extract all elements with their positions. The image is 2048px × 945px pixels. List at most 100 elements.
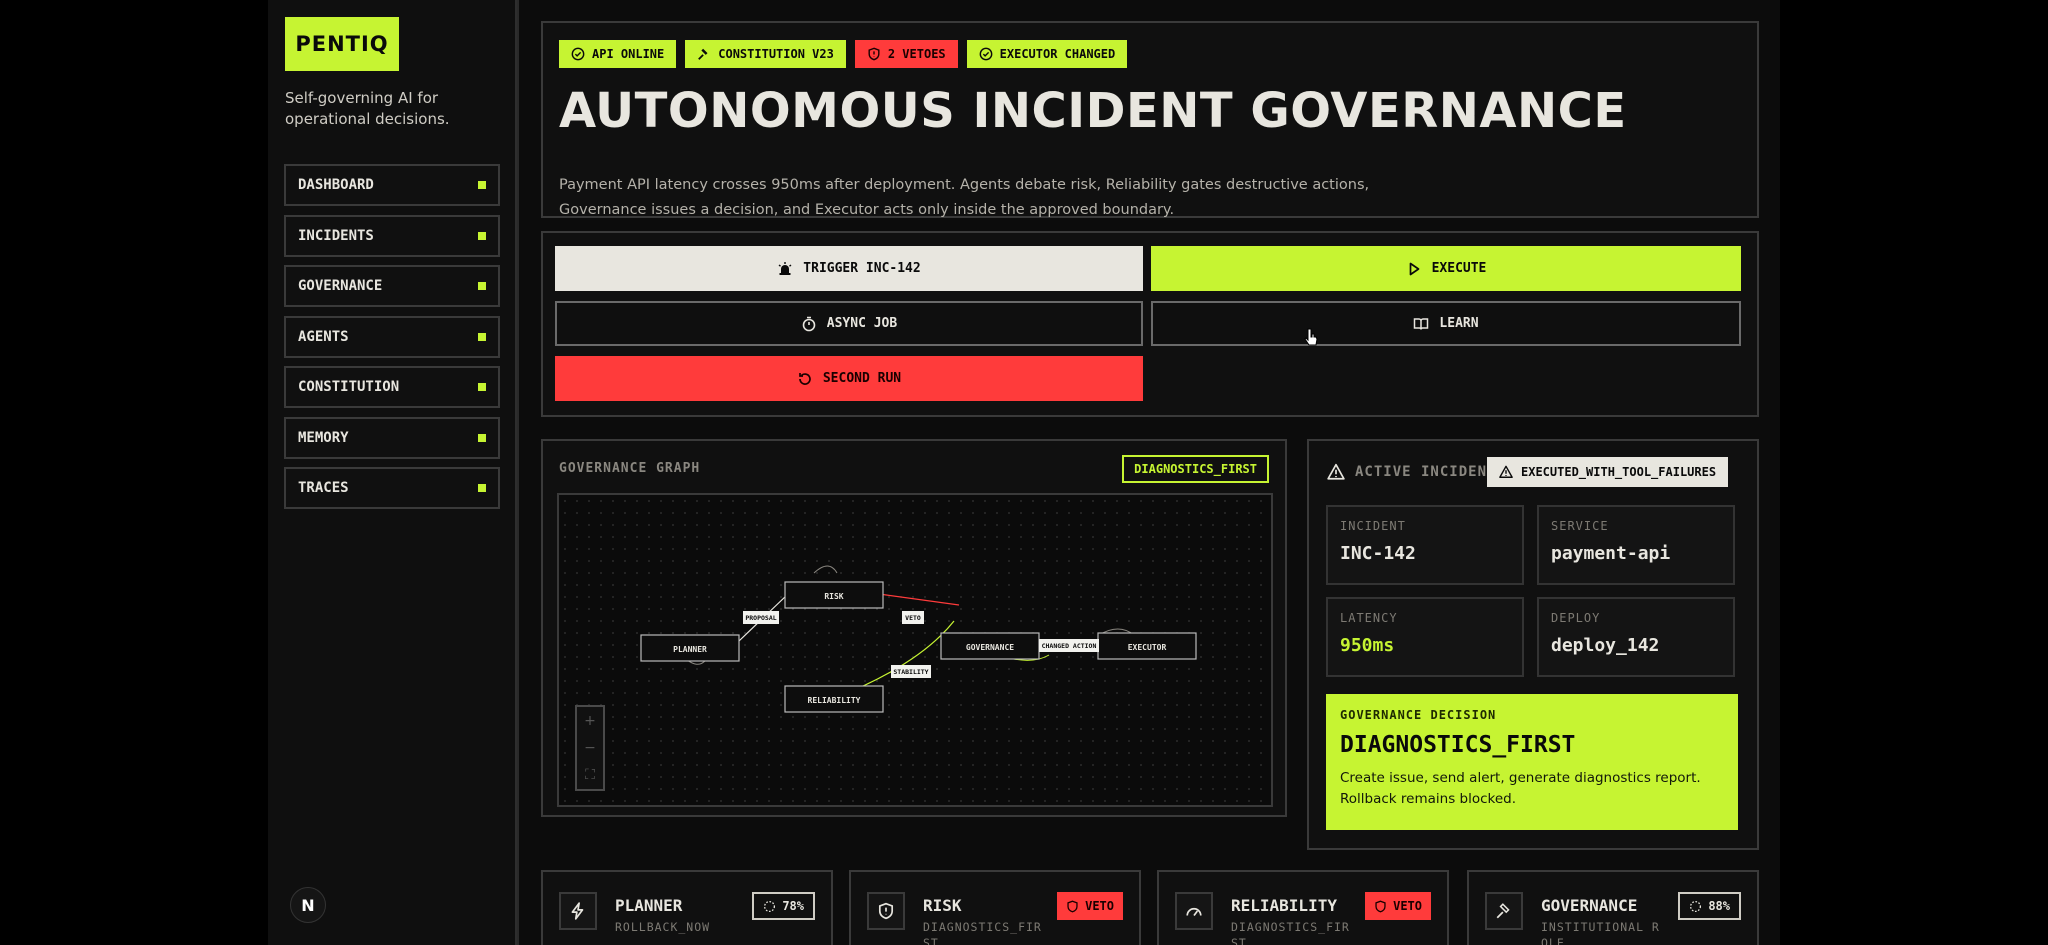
decision-value: DIAGNOSTICS_FIRST bbox=[1340, 732, 1576, 758]
alert-triangle-icon bbox=[1327, 463, 1345, 480]
trigger-incident-button[interactable]: TRIGGER INC-142 bbox=[555, 246, 1143, 291]
fit-view-button[interactable]: ⛶ bbox=[585, 767, 595, 783]
timer-icon bbox=[802, 316, 816, 331]
badge-executor-changed: EXECUTOR CHANGED bbox=[966, 40, 1128, 68]
governance-decision-card: GOVERNANCE DECISION DIAGNOSTICS_FIRST Cr… bbox=[1326, 694, 1738, 830]
sidebar-item-constitution[interactable]: CONSTITUTION bbox=[284, 366, 500, 408]
play-icon bbox=[1409, 262, 1419, 275]
logo: PENTIQ bbox=[285, 17, 399, 71]
main-content: API ONLINE CONSTITUTION V23 2 VETOES EXE… bbox=[517, 0, 1780, 945]
hero-description: Payment API latency crosses 950ms after … bbox=[559, 177, 1370, 218]
controls-panel: TRIGGER INC-142 EXECUTE ASYNC JOB LEARN … bbox=[541, 231, 1759, 417]
node-executor[interactable]: EXECUTOR bbox=[1128, 643, 1167, 652]
sidebar: PENTIQ Self-governing AI for operational… bbox=[268, 0, 517, 945]
confidence-badge: 88% bbox=[1678, 892, 1741, 920]
rotate-ccw-icon bbox=[799, 372, 811, 385]
sidebar-item-label: INCIDENTS bbox=[298, 227, 374, 244]
sidebar-item-label: TRACES bbox=[298, 480, 349, 496]
active-incident-panel: ACTIVE INCIDENT EXECUTED_WITH_TOOL_FAILU… bbox=[1307, 439, 1759, 850]
decision-description: Create issue, send alert, generate diagn… bbox=[1340, 770, 1701, 807]
shield-icon bbox=[1375, 900, 1386, 912]
siren-icon bbox=[778, 261, 792, 275]
second-run-button[interactable]: SECOND RUN bbox=[555, 356, 1143, 401]
shield-icon bbox=[867, 892, 905, 930]
edge-label-changed-action: CHANGED ACTION bbox=[1042, 642, 1097, 650]
status-square-icon bbox=[478, 181, 486, 189]
veto-badge: VETO bbox=[1057, 892, 1123, 920]
status-square-icon bbox=[478, 484, 486, 492]
badge-api-online: API ONLINE bbox=[559, 40, 677, 68]
shield-icon bbox=[868, 47, 880, 61]
async-job-button[interactable]: ASYNC JOB bbox=[555, 301, 1143, 346]
status-square-icon bbox=[478, 231, 486, 240]
node-reliability[interactable]: RELIABILITY bbox=[808, 696, 861, 705]
page-title: AUTONOMOUS INCIDENT GOVERNANCE bbox=[559, 83, 1627, 139]
learn-button[interactable]: LEARN bbox=[1151, 301, 1741, 346]
sidebar-item-label: GOVERNANCE bbox=[298, 278, 383, 294]
graph-decision-tag: DIAGNOSTICS_FIRST bbox=[1122, 455, 1269, 483]
agent-card-risk[interactable]: RISK DIAGNOSTICS_FIRST VETO bbox=[849, 870, 1141, 945]
status-square-icon bbox=[478, 433, 486, 442]
sidebar-item-memory[interactable]: MEMORY bbox=[284, 416, 500, 459]
tagline: Self-governing AI for operational decisi… bbox=[285, 89, 450, 128]
active-incident-header: ACTIVE INCIDENT bbox=[1327, 463, 1496, 481]
edge-label-stability: STABILITY bbox=[893, 668, 928, 676]
sidebar-item-dashboard[interactable]: DASHBOARD bbox=[284, 164, 500, 206]
loader-icon bbox=[764, 900, 776, 912]
incident-status-badge: EXECUTED_WITH_TOOL_FAILURES bbox=[1487, 457, 1729, 487]
book-open-icon bbox=[1414, 317, 1429, 330]
sidebar-item-incidents[interactable]: INCIDENTS bbox=[284, 214, 500, 257]
sidebar-item-agents[interactable]: AGENTS bbox=[284, 315, 500, 358]
status-square-icon bbox=[478, 282, 486, 290]
sidebar-item-label: AGENTS bbox=[298, 328, 349, 345]
edge-label-proposal: PROPOSAL bbox=[745, 614, 776, 622]
status-square-icon bbox=[478, 383, 486, 391]
alert-triangle-icon bbox=[1499, 465, 1513, 478]
gavel-icon bbox=[698, 48, 708, 60]
governance-graph-panel: GOVERNANCE GRAPH DIAGNOSTICS_FIRST PLANN… bbox=[541, 439, 1287, 817]
graph-title: GOVERNANCE GRAPH bbox=[559, 461, 701, 476]
agent-card-governance[interactable]: GOVERNANCE INSTITUTIONAL ROLE 88% bbox=[1467, 870, 1759, 945]
graph-canvas[interactable]: PLANNER RISK RELIABILITY GOVERNANCE EXEC… bbox=[557, 493, 1273, 807]
gauge-icon bbox=[1175, 892, 1213, 930]
check-circle-icon bbox=[979, 47, 993, 61]
sidebar-nav: DASHBOARD INCIDENTS GOVERNANCE AGENTS CO… bbox=[284, 164, 500, 518]
latency-cell: LATENCY 950ms bbox=[1326, 597, 1524, 677]
graph-zoom-controls: + − ⛶ bbox=[575, 705, 605, 791]
badge-vetoes: 2 VETOES bbox=[854, 40, 958, 68]
status-badges: API ONLINE CONSTITUTION V23 2 VETOES EXE… bbox=[559, 40, 1128, 68]
sidebar-item-label: DASHBOARD bbox=[298, 177, 374, 193]
shield-icon bbox=[1067, 900, 1078, 912]
app-window: PENTIQ Self-governing AI for operational… bbox=[268, 0, 1780, 945]
sidebar-item-traces[interactable]: TRACES bbox=[284, 467, 500, 509]
sidebar-item-governance[interactable]: GOVERNANCE bbox=[284, 265, 500, 307]
graph-svg: PLANNER RISK RELIABILITY GOVERNANCE EXEC… bbox=[640, 565, 1197, 713]
agent-cards: PLANNER ROLLBACK_NOW 78% RISK DIAGNOSTIC… bbox=[541, 870, 1759, 945]
edge-loop-risk bbox=[813, 565, 838, 574]
gavel-icon bbox=[1485, 892, 1523, 930]
zoom-out-button[interactable]: − bbox=[584, 740, 596, 756]
service-cell: SERVICE payment-api bbox=[1537, 505, 1735, 585]
zoom-in-button[interactable]: + bbox=[584, 713, 596, 729]
mouse-cursor-icon bbox=[1304, 328, 1318, 346]
bolt-icon bbox=[559, 892, 597, 930]
check-circle-icon bbox=[571, 47, 585, 61]
execute-button[interactable]: EXECUTE bbox=[1151, 246, 1741, 291]
node-governance[interactable]: GOVERNANCE bbox=[966, 643, 1014, 652]
agent-card-planner[interactable]: PLANNER ROLLBACK_NOW 78% bbox=[541, 870, 833, 945]
nextjs-devtools-button[interactable]: N bbox=[290, 887, 326, 923]
node-risk[interactable]: RISK bbox=[824, 592, 843, 601]
incident-id-cell: INCIDENT INC-142 bbox=[1326, 505, 1524, 585]
sidebar-item-label: MEMORY bbox=[298, 429, 349, 446]
badge-constitution: CONSTITUTION V23 bbox=[685, 40, 846, 68]
loader-icon bbox=[1690, 900, 1702, 912]
confidence-badge: 78% bbox=[752, 892, 815, 920]
hero-panel: API ONLINE CONSTITUTION V23 2 VETOES EXE… bbox=[541, 21, 1759, 218]
sidebar-item-label: CONSTITUTION bbox=[298, 379, 400, 395]
agent-card-reliability[interactable]: RELIABILITY DIAGNOSTICS_FIRST VETO bbox=[1157, 870, 1449, 945]
node-planner[interactable]: PLANNER bbox=[673, 645, 707, 654]
veto-badge: VETO bbox=[1365, 892, 1431, 920]
divider bbox=[517, 0, 519, 945]
deploy-cell: DEPLOY deploy_142 bbox=[1537, 597, 1735, 677]
edge-label-veto: VETO bbox=[905, 614, 921, 622]
